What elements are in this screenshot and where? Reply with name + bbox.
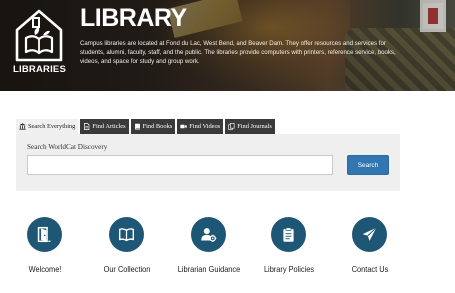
tab-search-everything[interactable]: Search Everything: [16, 119, 79, 134]
tab-find-videos[interactable]: Find Videos: [177, 119, 224, 134]
tab-find-articles[interactable]: Find Articles: [80, 119, 129, 134]
tab-label: Find Books: [142, 123, 173, 130]
quick-link-circle: [352, 217, 387, 252]
tab-label: Find Journals: [237, 123, 272, 130]
libraries-logo[interactable]: LIBRARIES: [13, 8, 66, 80]
tab-label: Search Everything: [28, 123, 76, 130]
quick-link-circle: [27, 217, 62, 252]
quick-link-library-policies[interactable]: Library Policies: [244, 213, 334, 288]
quick-link-label: Librarian Guidance: [177, 264, 241, 274]
document-icon: [84, 123, 90, 130]
quick-link-librarian-guidance[interactable]: Librarian Guidance: [164, 213, 254, 288]
tab-label: Find Articles: [92, 123, 126, 130]
page-title: LIBRARY: [80, 4, 187, 32]
quick-link-our-collection[interactable]: Our Collection: [82, 213, 172, 288]
hero-description: Campus libraries are located at Fond du …: [80, 40, 396, 65]
quick-link-circle: [109, 217, 144, 252]
video-icon: [180, 124, 187, 129]
search-button[interactable]: Search: [347, 155, 389, 175]
paper-plane-icon: [362, 227, 377, 241]
open-book-icon: [118, 228, 135, 242]
search-panel: Search WorldCat Discovery Search: [16, 134, 400, 191]
quick-link-label: Library Policies: [263, 264, 315, 274]
book-icon: [134, 123, 140, 130]
quick-link-contact-us[interactable]: Contact Us: [325, 213, 415, 288]
user-gear-icon: [201, 228, 217, 242]
clipboard-icon: [283, 227, 294, 242]
search-tabs: Search Everything Find Articles Find Boo…: [16, 119, 275, 134]
quick-link-label: Welcome!: [28, 264, 62, 274]
tab-find-books[interactable]: Find Books: [130, 119, 176, 134]
logo-text: LIBRARIES: [13, 64, 66, 75]
door-icon: [37, 226, 51, 243]
quick-link-label: Our Collection: [103, 264, 151, 274]
quick-link-circle: [191, 217, 226, 252]
hero-banner: LIBRARIES LIBRARY Campus libraries are l…: [0, 0, 455, 91]
search-label: Search WorldCat Discovery: [27, 143, 108, 151]
copy-icon: [228, 123, 235, 130]
quick-link-circle: [271, 217, 306, 252]
quick-links: Welcome! Our Collection Librarian Guidan: [0, 213, 455, 293]
quick-link-label: Contact Us: [351, 264, 389, 274]
tab-label: Find Videos: [189, 123, 221, 130]
libraries-house-icon: [15, 9, 63, 62]
quick-link-welcome[interactable]: Welcome!: [0, 213, 90, 288]
search-input[interactable]: [27, 155, 333, 175]
tab-find-journals[interactable]: Find Journals: [225, 119, 275, 134]
bank-icon: [19, 123, 26, 130]
